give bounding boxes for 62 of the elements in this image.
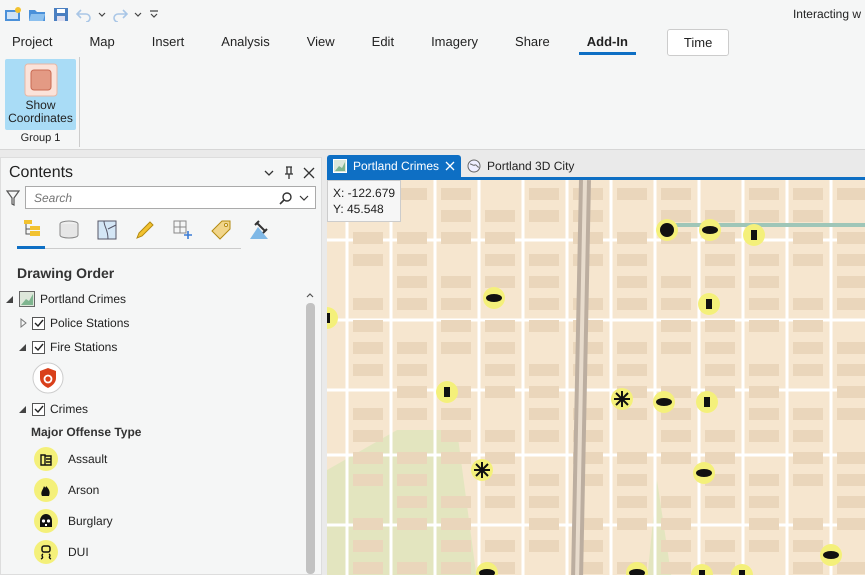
layer-name[interactable]: Fire Stations [50, 340, 118, 354]
pencil-icon [134, 219, 156, 241]
search-input[interactable]: Search [32, 190, 273, 206]
legend-heading: Major Offense Type [30, 424, 142, 441]
layer-name[interactable]: Crimes [50, 402, 88, 416]
checkbox[interactable] [32, 402, 45, 416]
tag-icon [210, 219, 232, 241]
legend-label: Assault [68, 452, 108, 466]
ribbon-tab[interactable]: Map [81, 30, 123, 54]
cylinder-icon [58, 219, 80, 241]
scroll-up-icon[interactable] [305, 291, 315, 299]
new-project-icon[interactable] [4, 6, 22, 22]
layer-name[interactable]: Police Stations [50, 316, 130, 330]
window-title: Interacting w [792, 6, 861, 20]
coordinate-text: Y: 45.548 [333, 201, 385, 217]
close-icon[interactable] [303, 167, 315, 179]
ribbon-tab[interactable]: Share [507, 30, 558, 54]
collapse-icon[interactable] [6, 294, 14, 304]
save-icon[interactable] [52, 6, 70, 22]
legend-label: Arson [68, 482, 100, 496]
document-tab[interactable]: Portland Crimes [327, 155, 462, 177]
shield-icon [32, 362, 64, 394]
check-icon [34, 405, 44, 413]
checkbox[interactable] [32, 340, 45, 354]
collapse-icon[interactable] [19, 342, 27, 352]
layer-name[interactable]: Portland Crimes [40, 292, 126, 306]
section-heading: Drawing Order [16, 264, 116, 283]
grid-plus-icon [172, 219, 194, 241]
scrollbar-thumb[interactable] [306, 303, 314, 574]
legend-label: Burglary [68, 514, 113, 528]
document-tab[interactable]: Portland 3D City [461, 155, 580, 177]
check-icon [34, 319, 44, 327]
ribbon-tab[interactable]: Imagery [423, 30, 486, 54]
check-icon [34, 343, 44, 351]
ribbon-tab[interactable]: Time [666, 28, 730, 56]
expand-icon[interactable] [19, 318, 27, 328]
mask-icon [34, 508, 58, 532]
caret-icon[interactable] [299, 192, 309, 202]
square-icon [24, 63, 58, 97]
ribbon-tab[interactable]: View [298, 30, 343, 54]
ribbon-tab[interactable]: Insert [144, 30, 192, 54]
search-icon[interactable] [279, 190, 293, 204]
map-icon [19, 291, 35, 307]
ribbon-tab[interactable]: Edit [364, 30, 402, 54]
search-box[interactable]: Search [25, 186, 316, 209]
globe-icon [467, 159, 482, 173]
coordinate-text: X: -122.679 [333, 185, 396, 201]
legend-label: DUI [68, 544, 89, 558]
pane-title: Contents [9, 164, 74, 182]
ribbon-tab[interactable]: Project [4, 30, 60, 54]
pin-icon[interactable] [283, 166, 295, 180]
map-sheet-icon [96, 219, 118, 241]
show-coordinates-button[interactable]: Show Coordinates [5, 59, 76, 130]
satellite-icon [248, 219, 270, 241]
ribbon-tab[interactable]: Analysis [213, 30, 278, 54]
map-icon [333, 159, 347, 173]
checkbox[interactable] [32, 316, 45, 330]
flame-icon [34, 478, 58, 502]
filter-icon[interactable] [6, 190, 20, 206]
group-label: Group 1 [20, 132, 60, 146]
list-view-tab[interactable] [17, 217, 45, 249]
collapse-icon[interactable] [19, 404, 27, 414]
